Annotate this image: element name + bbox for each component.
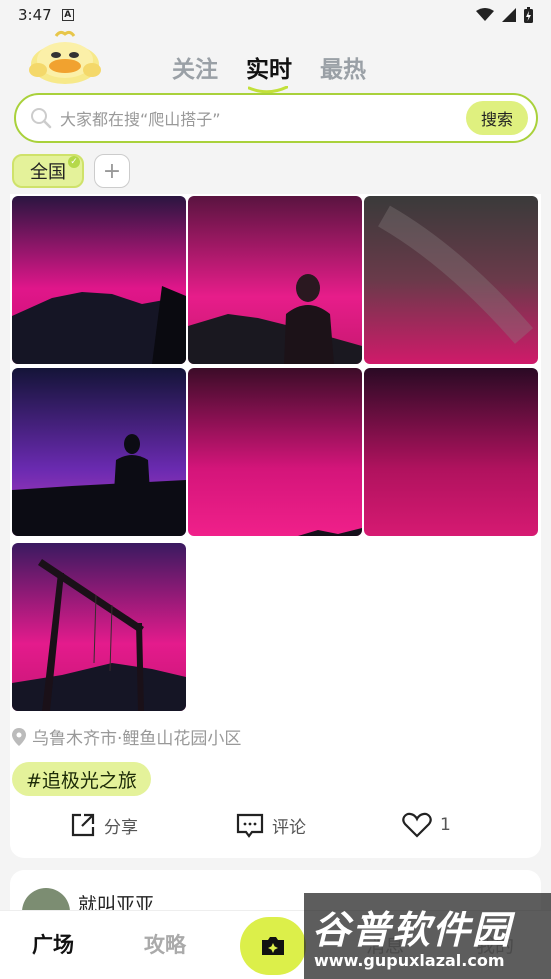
create-post-button[interactable] [240,917,306,975]
region-label: 全国 [30,162,66,183]
photo-6[interactable] [364,368,538,536]
search-icon [31,108,52,129]
tab-label: 最热 [320,57,366,83]
check-icon: ✓ [68,156,80,168]
site-watermark: 谷普软件园 www.gupuxlazal.com [304,893,551,979]
add-region-button[interactable]: + [94,154,130,188]
tab-label: 实时 [246,57,292,83]
location-text: 乌鲁木齐市·鲤鱼山花园小区 [32,729,242,749]
photo-4[interactable] [12,368,186,536]
search-bar[interactable]: 大家都在搜“爬山搭子” 搜索 [14,93,538,143]
watermark-url: www.gupuxlazal.com [314,951,505,970]
status-bar: 3:47 A [0,0,551,30]
tab-realtime[interactable]: 实时 [246,50,292,94]
photo-7[interactable] [12,543,186,711]
search-placeholder: 大家都在搜“爬山搭子” [60,110,221,129]
topic-tag[interactable]: #追极光之旅 [12,762,151,796]
battery-icon [524,7,533,23]
post-card[interactable]: 乌鲁木齐市·鲤鱼山花园小区 #追极光之旅 分享 评论 1 [10,194,541,858]
watermark-title: 谷普软件园 [312,908,513,952]
like-count: 1 [440,815,451,835]
photo-5[interactable] [188,368,362,536]
photo-1[interactable] [12,196,186,364]
post-actions: 分享 评论 1 [10,812,541,842]
heart-icon [402,812,432,838]
comment-label: 评论 [272,817,306,838]
tab-label: 关注 [172,57,218,83]
photo-3[interactable] [364,196,538,364]
share-label: 分享 [104,817,138,838]
nav-guides[interactable]: 攻略 [144,929,186,959]
search-button[interactable]: 搜索 [466,101,528,135]
photo-2[interactable] [188,196,362,364]
tab-following[interactable]: 关注 [172,50,218,84]
wifi-icon [476,8,494,21]
mascot-logo [29,30,101,84]
notification-badge: A [61,9,74,21]
status-icons [476,7,533,23]
camera-icon [262,937,284,955]
comment-icon [236,813,264,838]
share-button[interactable]: 分享 [70,812,138,838]
status-time: 3:47 [18,6,52,24]
region-filter-row: 全国 ✓ + [12,154,130,188]
share-icon [71,813,95,837]
top-header: 关注 实时 最热 [0,30,551,94]
comment-button[interactable]: 评论 [236,812,306,838]
signal-icon [502,8,516,22]
like-button[interactable]: 1 [402,812,451,838]
nav-plaza[interactable]: 广场 [32,929,74,959]
post-location: 乌鲁木齐市·鲤鱼山花园小区 [12,724,241,749]
location-pin-icon [12,727,26,746]
tab-hottest[interactable]: 最热 [320,50,366,84]
feed-tabs: 关注 实时 最热 [172,50,366,94]
region-chip-nationwide[interactable]: 全国 ✓ [12,154,84,188]
